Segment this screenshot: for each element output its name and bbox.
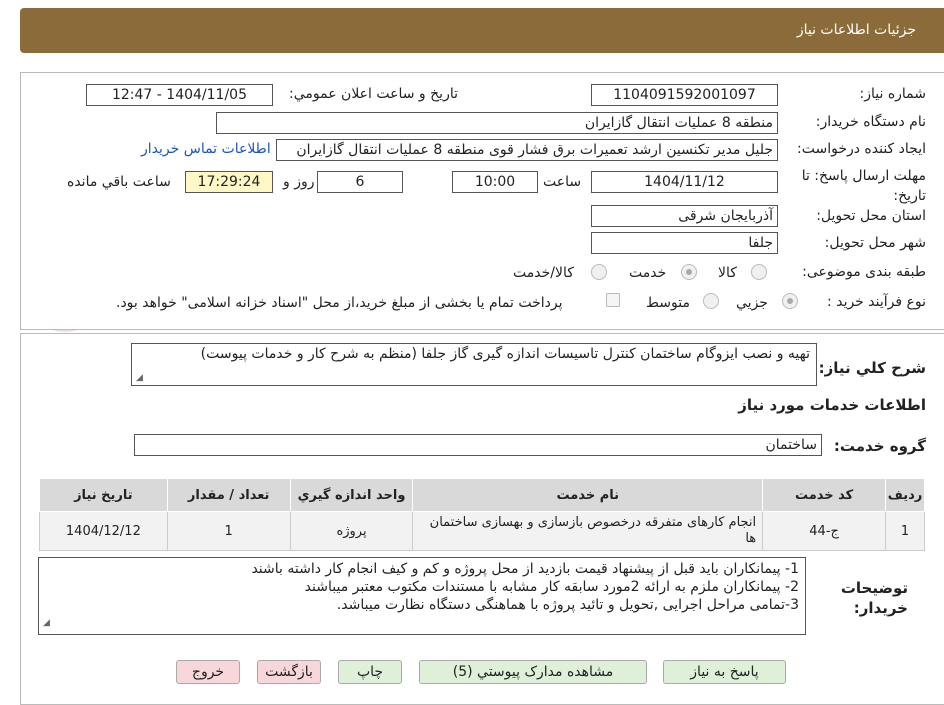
print-button[interactable]: چاپ: [338, 660, 402, 684]
deadline-label: مهلت ارسال پاسخ: تا تاریخ:: [801, 168, 926, 204]
resize-grip-icon[interactable]: ◢: [43, 614, 50, 632]
process-medium-radio[interactable]: [703, 293, 719, 309]
province-label: استان محل تحويل:: [816, 208, 926, 224]
remaining-time-field: 17:29:24: [185, 171, 273, 193]
note-line-3: 3-تمامی مراحل اجرایی ,تحویل و تائید پروژ…: [336, 597, 799, 613]
deadline-time-field: 10:00: [452, 171, 538, 193]
category-goods-service-label: کالا/خدمت: [513, 265, 574, 281]
city-label: شهر محل تحويل:: [824, 235, 926, 251]
resize-grip-icon[interactable]: ◢: [136, 373, 143, 383]
col-unit: واحد اندازه گيري: [289, 478, 414, 512]
col-code: کد خدمت: [762, 478, 887, 512]
days-label: روز و: [283, 174, 315, 190]
cell-unit: پروژه: [289, 511, 414, 551]
note-line-2: 2- پیمانکاران ملزم به ارائه 2مورد سابقه …: [304, 579, 799, 595]
service-group-label: گروه خدمت:: [833, 437, 926, 455]
description-text: تهیه و نصب ایزوگام ساختمان کنترل تاسیسات…: [200, 346, 810, 362]
process-medium-label: متوسط: [646, 295, 690, 311]
buyer-notes-label: توضيحات خريدار:: [840, 579, 908, 617]
col-name: نام خدمت: [412, 478, 764, 512]
buyer-org-field: منطقه 8 عملیات انتقال گازایران: [216, 112, 778, 134]
services-table: رديف کد خدمت نام خدمت واحد اندازه گيري ت…: [39, 478, 925, 551]
city-field: جلفا: [591, 232, 778, 254]
creator-label: ايجاد کننده درخواست:: [797, 141, 926, 157]
description-label: شرح کلي نياز:: [818, 359, 926, 377]
announce-label: تاریخ و ساعت اعلان عمومي:: [289, 86, 458, 102]
creator-field: جلیل مدیر تکنسین ارشد تعمیرات برق فشار ق…: [276, 139, 778, 161]
col-qty: تعداد / مقدار: [166, 478, 291, 512]
page-header: جزئیات اطلاعات نیاز: [20, 8, 944, 53]
need-number-label: شماره نیاز:: [859, 86, 927, 102]
province-field: آذربایجان شرقی: [591, 205, 778, 227]
category-service-radio[interactable]: [681, 264, 697, 280]
process-label: نوع فرآيند خريد :: [827, 294, 926, 310]
deadline-date-field: 1404/11/12: [591, 171, 778, 193]
col-row: رديف: [885, 478, 925, 512]
services-section-title: اطلاعات خدمات مورد نياز: [738, 396, 926, 414]
exit-button[interactable]: خروج: [176, 660, 240, 684]
service-group-field: ساختمان: [134, 434, 822, 456]
days-field: 6: [317, 171, 403, 193]
reply-button[interactable]: پاسخ به نیاز: [663, 660, 786, 684]
category-goods-service-radio[interactable]: [591, 264, 607, 280]
note-line-1: 1- پیمانکاران باید قبل از پیشنهاد قیمت ب…: [251, 561, 799, 577]
cell-date: 1404/12/12: [39, 511, 168, 551]
cell-row: 1: [885, 511, 925, 551]
buyer-org-label: نام دستگاه خريدار:: [815, 114, 926, 130]
cell-qty: 1: [166, 511, 291, 551]
cell-code: ج-44: [762, 511, 887, 551]
contact-info-link[interactable]: اطلاعات تماس خریدار: [141, 141, 271, 157]
table-header-row: رديف کد خدمت نام خدمت واحد اندازه گيري ت…: [39, 478, 925, 512]
back-button[interactable]: بازگشت: [257, 660, 321, 684]
view-attachments-button[interactable]: مشاهده مدارک پیوستي (5): [419, 660, 647, 684]
category-service-label: خدمت: [629, 265, 667, 281]
treasury-payment-checkbox[interactable]: [606, 293, 620, 307]
buyer-notes-textarea: 1- پیمانکاران باید قبل از پیشنهاد قیمت ب…: [38, 557, 806, 635]
table-row: 1 ج-44 انجام کارهای متفرقه درخصوص بازساز…: [39, 511, 925, 551]
payment-note: پرداخت تمام یا بخشی از مبلغ خرید،از محل …: [116, 295, 563, 311]
col-date: تاريخ نياز: [39, 478, 168, 512]
remaining-label: ساعت باقي مانده: [67, 174, 171, 190]
page-title: جزئیات اطلاعات نیاز: [796, 22, 916, 38]
need-number-field: 1104091592001097: [591, 84, 778, 106]
category-label: طبقه بندی موضوعی:: [802, 264, 926, 280]
hour-label: ساعت: [543, 174, 582, 190]
process-partial-label: جزيي: [736, 295, 768, 311]
description-textarea: تهیه و نصب ایزوگام ساختمان کنترل تاسیسات…: [131, 343, 817, 386]
process-partial-radio[interactable]: [782, 293, 798, 309]
cell-name: انجام کارهای متفرقه درخصوص بازسازی و بهس…: [412, 511, 764, 551]
announce-field: 1404/11/05 - 12:47: [86, 84, 273, 106]
category-goods-radio[interactable]: [751, 264, 767, 280]
category-goods-label: کالا: [718, 265, 737, 281]
